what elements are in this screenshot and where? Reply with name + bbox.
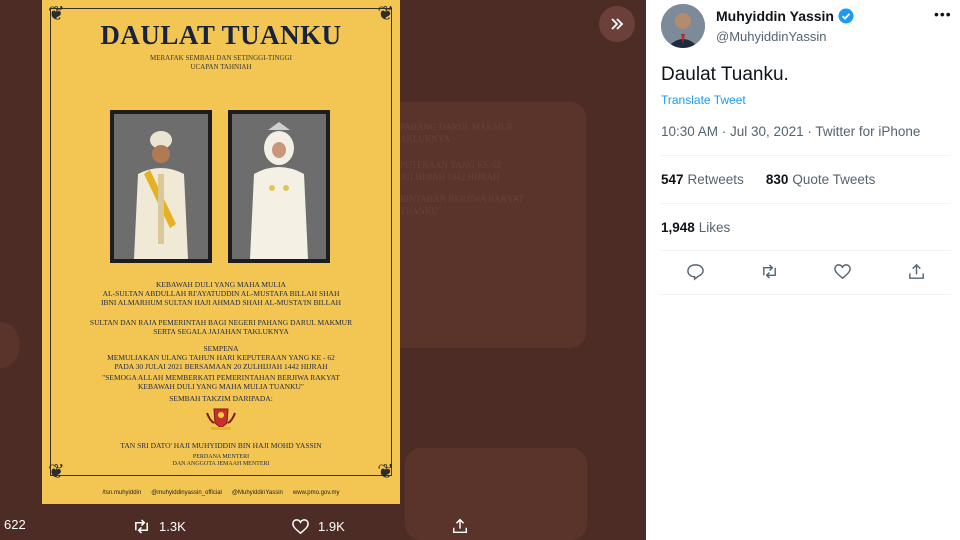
poster-line: PADA 30 JULAI 2021 BERSAMAAN 20 ZULHIJJA…: [114, 362, 328, 371]
divider: [661, 294, 951, 295]
engagement-stats: 547 Retweets 830 Quote Tweets: [661, 172, 875, 187]
background-text: PUTERAAN YANG KE-62: [400, 160, 502, 170]
background-text: TUANKU": [400, 206, 442, 216]
viewer-action-bar: 622 1.3K 1.9K: [0, 508, 646, 540]
likes-stat[interactable]: 1,948 Likes: [661, 220, 730, 235]
coat-of-arms-icon: [205, 405, 237, 431]
like-action[interactable]: [833, 262, 852, 286]
expand-panel-button[interactable]: [599, 6, 635, 42]
likes-stats: 1,948 Likes: [661, 220, 730, 235]
twitter-handle: @MuhyiddinYassin: [231, 490, 283, 496]
reply-count: 622: [4, 517, 26, 532]
like-button[interactable]: 1.9K: [291, 517, 345, 536]
poster-line: MEMULIAKAN ULANG TAHUN HARI KEPUTERAAN Y…: [107, 353, 335, 362]
poster-line: SULTAN DAN RAJA PEMERINTAH BAGI NEGERI P…: [89, 318, 353, 327]
background-text: AKLUKNYA: [400, 134, 450, 144]
tweet-text: Daulat Tuanku.: [661, 64, 789, 85]
background-text: JULHIJJAH 1442 HIJRAH: [400, 172, 500, 182]
tweet-detail-panel: Muhyiddin Yassin @MuhyiddinYassin ••• Da…: [646, 0, 960, 540]
retweet-count: 1.3K: [159, 519, 186, 534]
facebook-handle: /tsn.muhyiddin: [102, 490, 142, 496]
poster-line: SERTA SEGALA JAJAHAN TAKLUKNYA: [153, 327, 289, 336]
poster-role: DAN ANGGOTA JEMAAH MENTERI: [172, 461, 270, 467]
reply-button[interactable]: 622: [4, 517, 26, 532]
reply-action[interactable]: [686, 262, 705, 286]
portrait-tengku-ampuan: [228, 110, 330, 263]
avatar[interactable]: [661, 4, 705, 48]
tweet-metadata: 10:30 AM · Jul 30, 2021 · Twitter for iP…: [661, 124, 921, 139]
share-button[interactable]: [451, 517, 469, 535]
background-avatar: [0, 322, 20, 368]
poster-subtitle: MERAFAK SEMBAH DAN SETINGGI-TINGGI: [149, 54, 292, 62]
like-count: 1.9K: [318, 519, 345, 534]
tweet-image[interactable]: ❦ ❦ ❦ ❦ DAULAT TUANKU MERAFAK SEMBAH DAN…: [42, 0, 400, 504]
poster-title: DAULAT TUANKU: [100, 20, 342, 50]
quote-tweets-stat[interactable]: 830 Quote Tweets: [766, 172, 876, 187]
tweet-actions: [686, 262, 926, 286]
poster-line: AL-SULTAN ABDULLAH RI'AYATUDDIN AL-MUSTA…: [102, 289, 340, 298]
retweet-icon: [762, 264, 776, 279]
author-name[interactable]: Muhyiddin Yassin: [716, 8, 854, 24]
media-viewer: PAHANG DARUL MAKMUR AKLUKNYA PUTERAAN YA…: [0, 0, 646, 540]
heart-icon: [834, 264, 852, 280]
background-text: PAHANG DARUL MAKMUR: [400, 122, 514, 132]
verified-badge-icon: [838, 8, 854, 24]
poster-line: IBNI ALMARHUM SULTAN HAJI AHMAD SHAH AL-…: [100, 298, 342, 307]
poster-footer: /tsn.muhyiddin @muhyiddinyassin_official…: [42, 482, 400, 504]
poster-line: "SEMOGA ALLAH MEMBERKATI PEMERINTAHAN BE…: [102, 373, 340, 382]
heart-icon: [292, 519, 309, 535]
share-icon: [909, 263, 924, 279]
retweet-icon: [135, 519, 148, 534]
poster-line: KEBAWAH DULI YANG MAHA MULIA TUANKU": [138, 382, 304, 391]
divider: [661, 250, 951, 251]
more-options-icon[interactable]: •••: [934, 6, 952, 22]
poster-line: KEBAWAH DULI YANG MAHA MULIA: [156, 280, 286, 289]
retweets-stat[interactable]: 547 Retweets: [661, 172, 744, 187]
poster-subtitle: UCAPAN TAHNIAH: [190, 63, 252, 71]
retweet-button[interactable]: 1.3K: [132, 517, 186, 536]
website-url: www.pmo.gov.my: [292, 490, 340, 496]
translate-tweet-link[interactable]: Translate Tweet: [661, 93, 746, 107]
poster-signatory: TAN SRI DATO' HAJI MUHYIDDIN BIN HAJI MO…: [120, 441, 322, 450]
reply-icon: [687, 264, 704, 281]
divider: [661, 203, 951, 204]
share-icon: [452, 518, 468, 534]
divider: [661, 155, 951, 156]
retweet-action[interactable]: [760, 262, 779, 286]
poster-line: SEMBAH TAKZIM DARIPADA:: [169, 394, 273, 403]
double-chevron-right-icon: [611, 18, 624, 30]
instagram-handle: @muhyiddinyassin_official: [151, 490, 222, 496]
poster-line: SEMPENA: [203, 344, 239, 353]
background-text: RINTAHAN BERJIWA RAKYAT: [400, 194, 524, 204]
share-action[interactable]: [907, 262, 926, 286]
portrait-sultan: [110, 110, 212, 263]
author-handle[interactable]: @MuhyiddinYassin: [716, 29, 827, 44]
